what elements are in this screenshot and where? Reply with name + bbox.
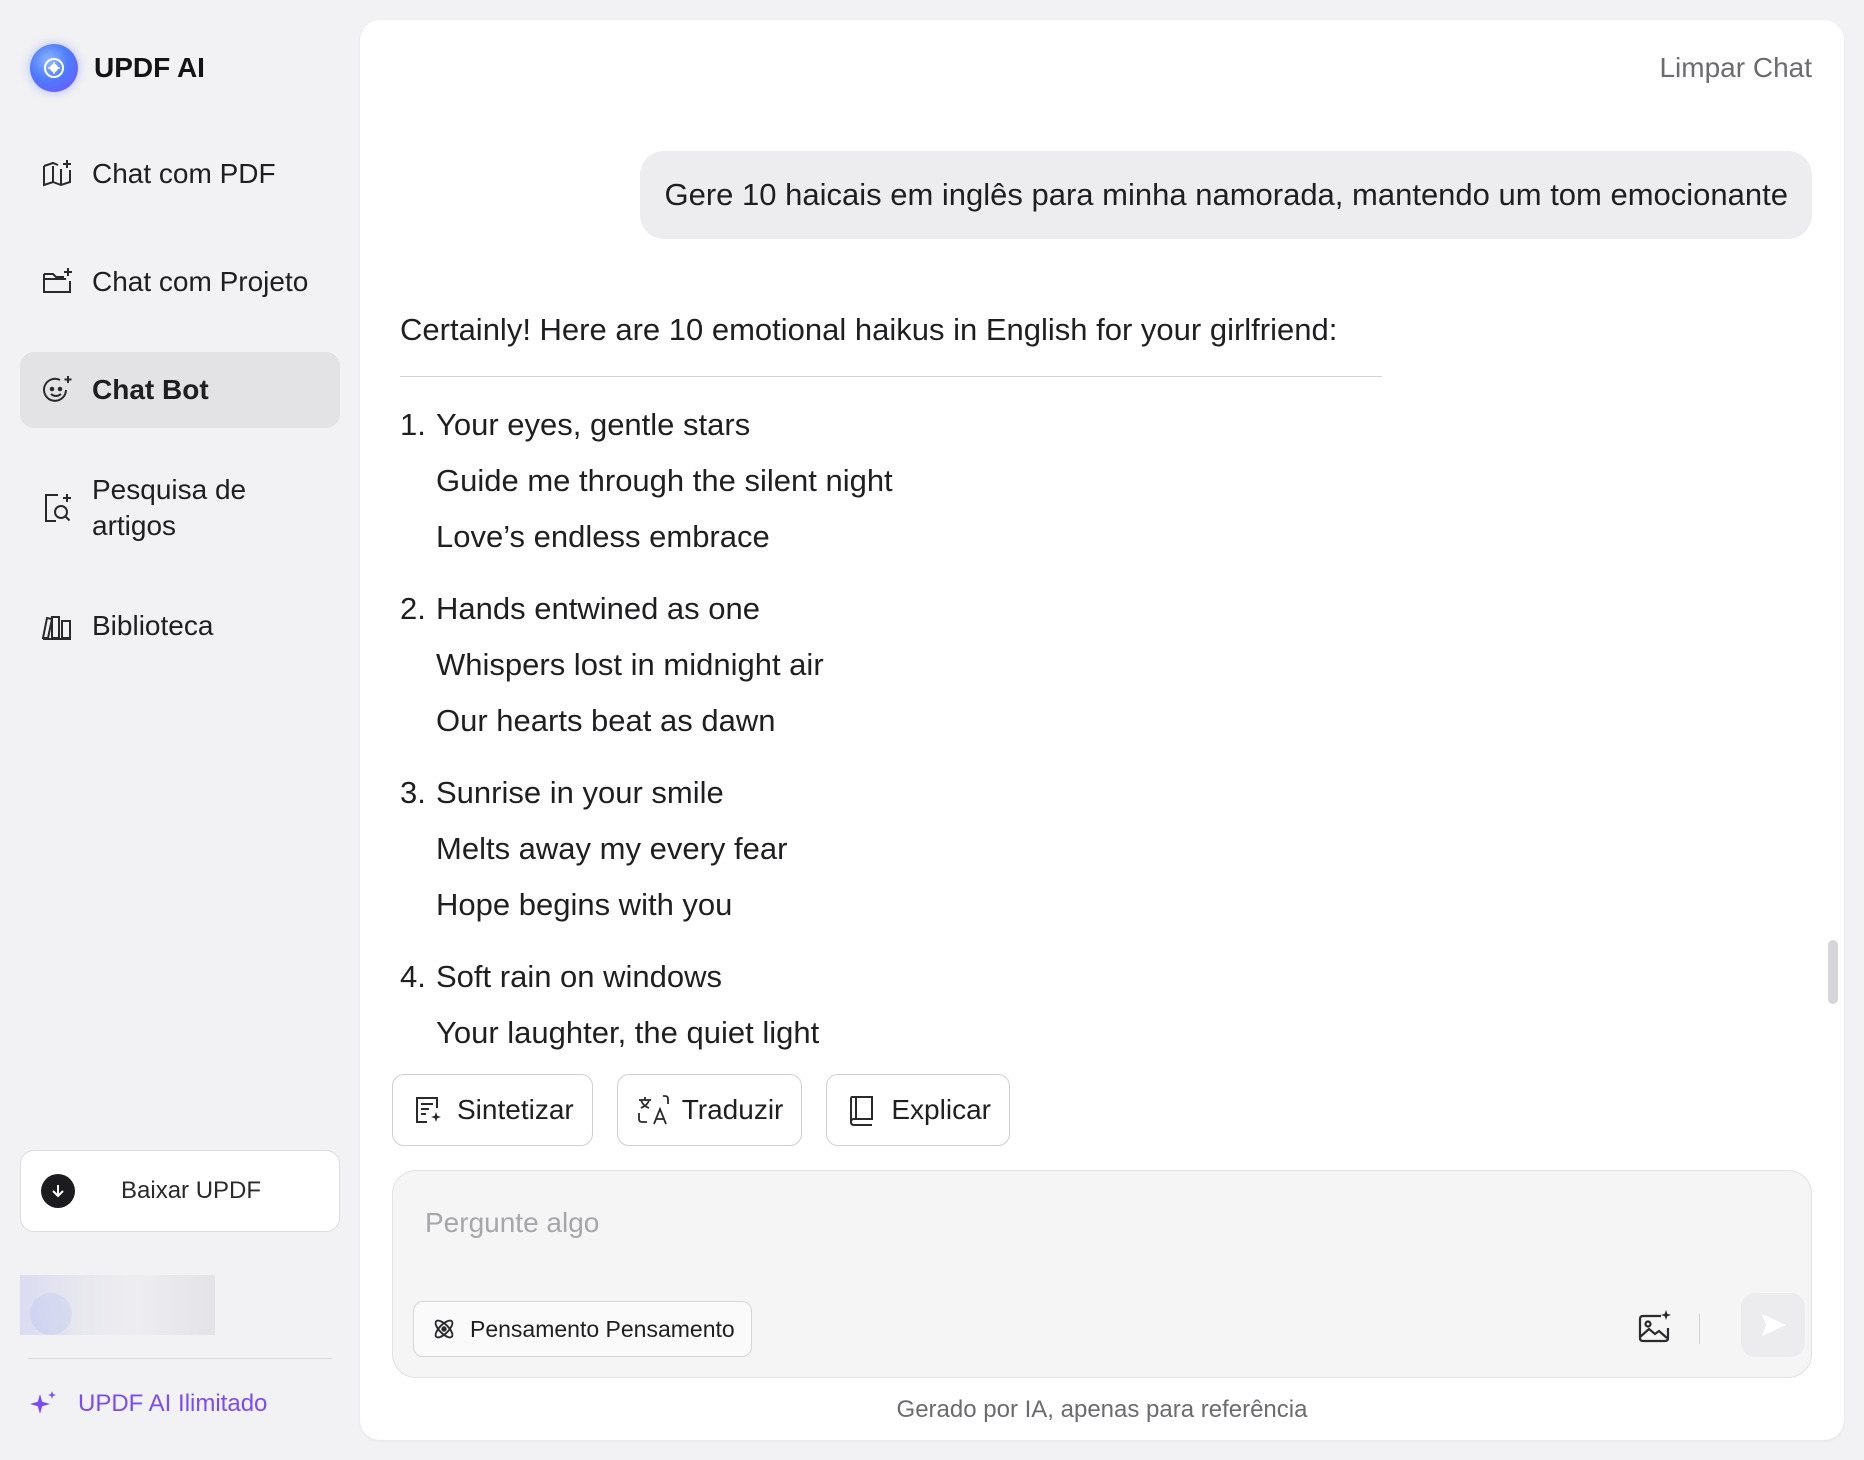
send-button[interactable] [1741, 1293, 1805, 1357]
chat-panel: Limpar Chat Gere 10 haicais em inglês pa… [360, 20, 1844, 1440]
summarize-button[interactable]: Sintetizar [392, 1074, 593, 1146]
haiku-line: Sunrise in your smile [436, 775, 724, 810]
upgrade-link[interactable]: UPDF AI Ilimitado [28, 1388, 267, 1420]
ai-disclaimer: Gerado por IA, apenas para referência [896, 1396, 1308, 1423]
translate-button[interactable]: Traduzir [616, 1074, 803, 1146]
haiku-number: 3. [400, 775, 426, 810]
sidebar-item-chat-project[interactable]: Chat com Projeto [20, 244, 340, 320]
haiku-number: 2. [400, 591, 426, 626]
haiku-line: Whispers lost in midnight air [436, 647, 824, 682]
upgrade-label: UPDF AI Ilimitado [78, 1390, 268, 1417]
haiku-line: Melts away my every fear [436, 831, 788, 866]
summarize-label: Sintetizar [457, 1094, 574, 1125]
download-label: Baixar UPDF [121, 1177, 262, 1204]
haiku-list: 1. Your eyes, gentle stars Guide me thro… [400, 397, 1800, 1061]
haiku-line: Your eyes, gentle stars [436, 407, 751, 442]
haiku-number: 4. [400, 959, 426, 994]
haiku-line: Soft rain on windows [436, 959, 723, 994]
thinking-mode-button[interactable]: Pensamento Pensamento [413, 1301, 752, 1357]
summarize-icon [416, 1097, 441, 1123]
explain-label: Explicar [891, 1094, 991, 1125]
sidebar-item-label: Chat com Projeto [92, 266, 309, 297]
haiku-item: 1. Your eyes, gentle stars Guide me thro… [400, 397, 1800, 565]
sidebar-item-article-search[interactable]: Pesquisa de artigos [20, 460, 340, 556]
haiku-line: Hands entwined as one [436, 591, 761, 626]
response-divider [400, 376, 1382, 377]
quick-actions: Sintetizar Traduzir Explicar [392, 1074, 1034, 1146]
haiku-line: Guide me through the silent night [436, 463, 893, 498]
haiku-line: Hope begins with you [436, 887, 733, 922]
sidebar-divider [28, 1358, 332, 1359]
user-account[interactable] [20, 1275, 220, 1335]
download-updf-button[interactable]: Baixar UPDF [20, 1150, 340, 1232]
sidebar-item-chat-bot[interactable]: Chat Bot [20, 352, 340, 428]
translate-icon [637, 1095, 669, 1125]
sidebar-item-library[interactable]: Biblioteca [20, 588, 340, 664]
document-search-icon [40, 491, 74, 525]
haiku-line: Your laughter, the quiet light [436, 1015, 820, 1050]
book-sparkle-icon [40, 157, 74, 191]
translate-label: Traduzir [681, 1094, 784, 1125]
bot-face-icon [40, 373, 74, 407]
sidebar-item-label: Chat Bot [92, 374, 209, 405]
image-generate-button[interactable] [1635, 1308, 1675, 1348]
sidebar-item-chat-pdf[interactable]: Chat com PDF [20, 136, 340, 212]
haiku-item: 3. Sunrise in your smile Melts away my e… [400, 765, 1800, 933]
send-icon [1762, 1314, 1786, 1336]
ask-input[interactable] [425, 1201, 1725, 1245]
sidebar-item-label: Biblioteca [92, 610, 214, 641]
clear-chat-button[interactable]: Limpar Chat [1659, 52, 1812, 84]
haiku-item: 2. Hands entwined as one Whispers lost i… [400, 581, 1800, 749]
haiku-line: Love’s endless embrace [436, 519, 770, 554]
atom-icon [434, 1319, 454, 1339]
chat-composer: Pensamento Pensamento [392, 1170, 1812, 1378]
brand[interactable]: UPDF AI [30, 44, 205, 92]
sidebar-item-label: Pesquisa de artigos [92, 474, 247, 541]
thinking-mode-label: Pensamento Pensamento [470, 1315, 735, 1342]
brand-name: UPDF AI [94, 52, 205, 83]
explain-button[interactable]: Explicar [826, 1074, 1010, 1146]
image-sparkle-icon [1638, 1310, 1671, 1343]
updf-ai-logo-icon [30, 44, 78, 92]
download-icon [41, 1174, 75, 1208]
haiku-item: 4. Soft rain on windows Your laughter, t… [400, 949, 1800, 1061]
sidebar: UPDF AI Chat com PDF Chat com Projeto Ch… [0, 0, 360, 1460]
haiku-line: Our hearts beat as dawn [436, 703, 776, 738]
assistant-response: Certainly! Here are 10 emotional haikus … [400, 310, 1800, 1062]
sparkle-icon [30, 1391, 56, 1414]
folder-sparkle-icon [40, 265, 74, 299]
scrollbar[interactable] [1828, 940, 1838, 1004]
sidebar-item-label: Chat com PDF [92, 158, 276, 189]
composer-divider [1699, 1314, 1700, 1344]
sidebar-nav: Chat com PDF Chat com Projeto Chat Bot P… [20, 136, 340, 696]
response-intro: Certainly! Here are 10 emotional haikus … [400, 312, 1338, 347]
user-message-bubble: Gere 10 haicais em inglês para minha nam… [640, 151, 1812, 239]
haiku-number: 1. [400, 407, 426, 442]
redacted-username [20, 1275, 215, 1335]
library-icon [40, 609, 74, 643]
book-icon [850, 1096, 874, 1126]
